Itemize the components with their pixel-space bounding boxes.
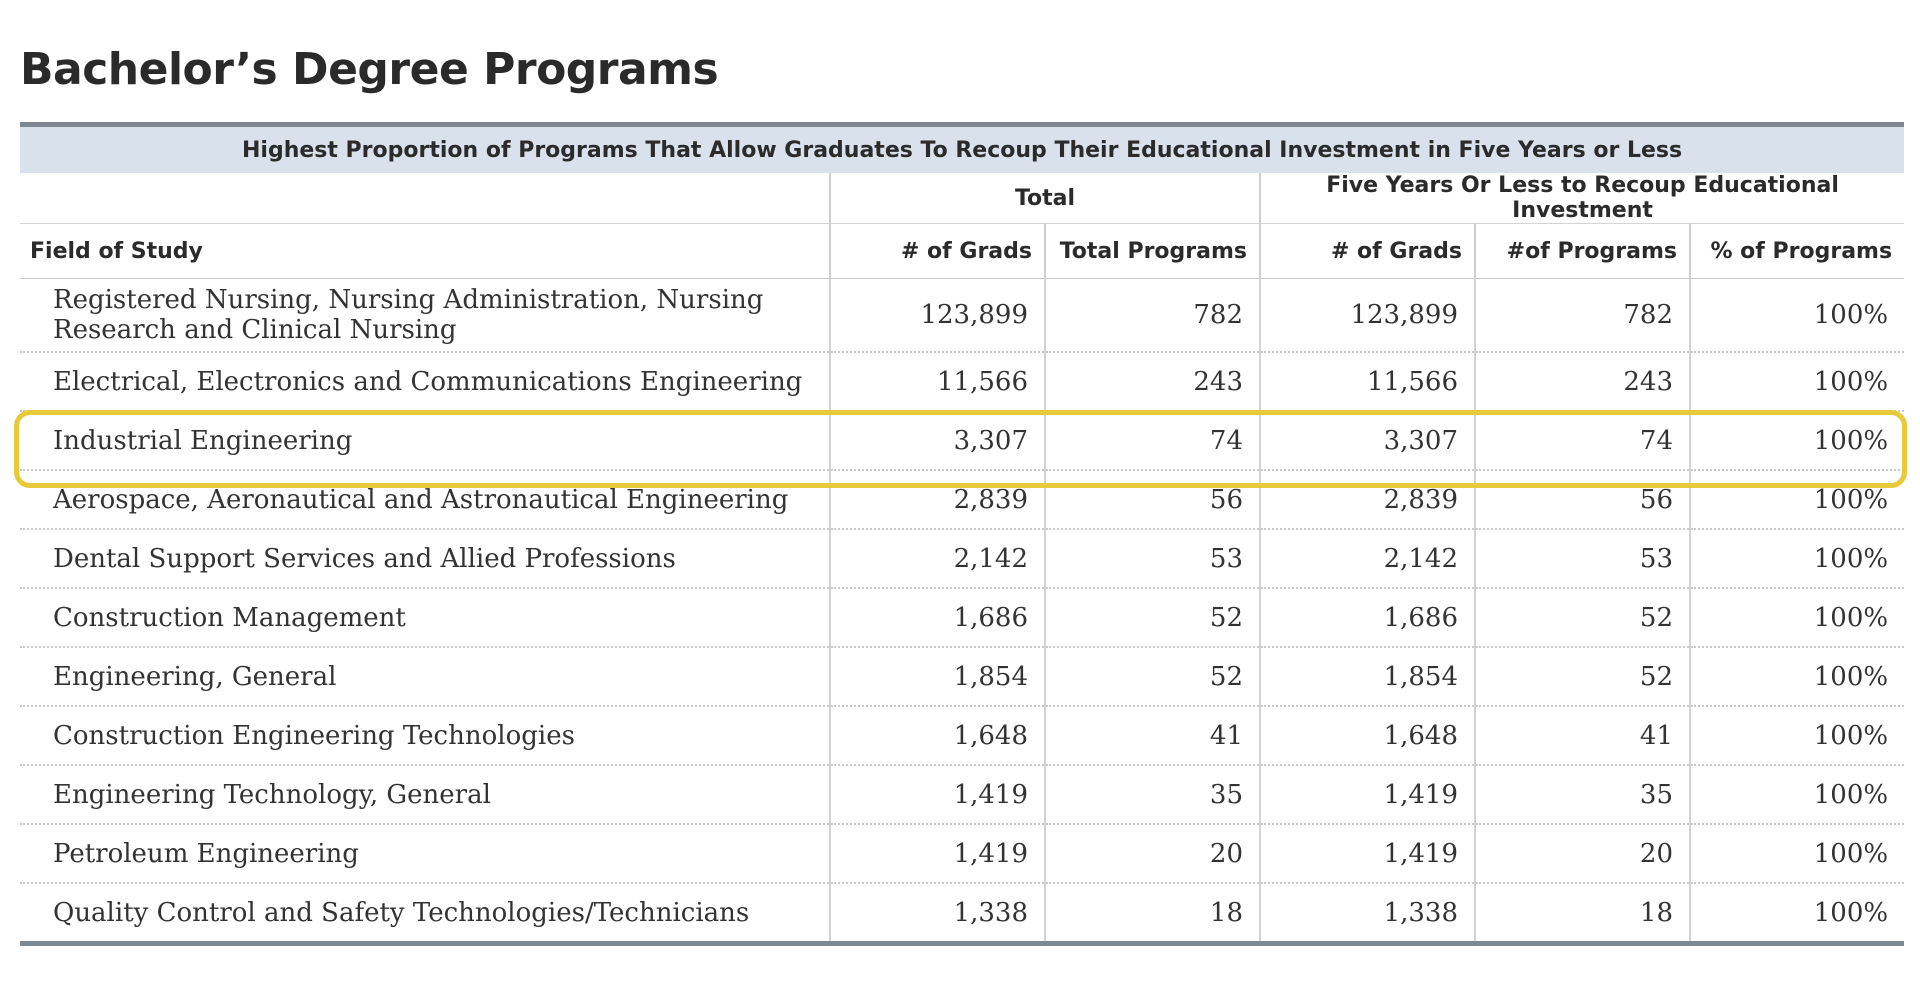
- table-row: Registered Nursing, Nursing Administrati…: [20, 278, 1905, 353]
- pct-programs-cell: 100%: [1688, 647, 1905, 707]
- pct-programs-cell: 100%: [1688, 824, 1905, 884]
- pct-programs-cell: 100%: [1688, 588, 1905, 648]
- group-header-blank: [20, 173, 830, 224]
- pct-programs-cell: 100%: [1688, 278, 1905, 353]
- total-grads-cell: 2,839: [829, 470, 1045, 530]
- five-programs-cell: 52: [1474, 647, 1690, 707]
- field-of-study-cell: Industrial Engineering: [20, 411, 830, 471]
- page: Bachelor’s Degree Programs Highest Propo…: [14, 0, 1907, 946]
- column-header-total-grads: # of Grads: [829, 223, 1045, 279]
- table-row: Aerospace, Aeronautical and Astronautica…: [20, 470, 1905, 530]
- total-grads-cell: 1,338: [829, 883, 1045, 946]
- five-programs-cell: 243: [1474, 352, 1690, 412]
- table-caption-row: Highest Proportion of Programs That Allo…: [20, 122, 1905, 173]
- table-row: Industrial Engineering 3,307 74 3,307 74…: [20, 411, 1905, 471]
- five-programs-cell: 20: [1474, 824, 1690, 884]
- five-grads-cell: 3,307: [1259, 411, 1475, 471]
- pct-programs-cell: 100%: [1688, 765, 1905, 825]
- total-grads-cell: 1,854: [829, 647, 1045, 707]
- column-header-total-programs: Total Programs: [1044, 223, 1260, 279]
- column-header-field: Field of Study: [20, 223, 830, 279]
- column-header-row: Field of Study # of Grads Total Programs…: [20, 223, 1905, 279]
- total-grads-cell: 11,566: [829, 352, 1045, 412]
- five-programs-cell: 782: [1474, 278, 1690, 353]
- page-title: Bachelor’s Degree Programs: [20, 44, 719, 95]
- total-grads-cell: 1,648: [829, 706, 1045, 766]
- five-grads-cell: 1,686: [1259, 588, 1475, 648]
- total-programs-cell: 20: [1044, 824, 1260, 884]
- group-header-row: Total Five Years Or Less to Recoup Educa…: [20, 173, 1905, 224]
- pct-programs-cell: 100%: [1688, 470, 1905, 530]
- five-grads-cell: 1,338: [1259, 883, 1475, 946]
- pct-programs-cell: 100%: [1688, 883, 1905, 946]
- column-header-pct-programs: % of Programs: [1688, 223, 1905, 279]
- total-programs-cell: 35: [1044, 765, 1260, 825]
- five-programs-cell: 18: [1474, 883, 1690, 946]
- table-row: Construction Management 1,686 52 1,686 5…: [20, 588, 1905, 648]
- field-of-study-cell: Petroleum Engineering: [20, 824, 830, 884]
- total-programs-cell: 53: [1044, 529, 1260, 589]
- table-container: Highest Proportion of Programs That Allo…: [14, 122, 1907, 946]
- pct-programs-cell: 100%: [1688, 529, 1905, 589]
- five-grads-cell: 123,899: [1259, 278, 1475, 353]
- five-programs-cell: 35: [1474, 765, 1690, 825]
- pct-programs-cell: 100%: [1688, 352, 1905, 412]
- five-grads-cell: 11,566: [1259, 352, 1475, 412]
- pct-programs-cell: 100%: [1688, 411, 1905, 471]
- total-grads-cell: 123,899: [829, 278, 1045, 353]
- programs-table: Highest Proportion of Programs That Allo…: [20, 122, 1905, 946]
- group-header-total: Total: [829, 173, 1260, 224]
- table-body: Registered Nursing, Nursing Administrati…: [20, 278, 1905, 946]
- total-programs-cell: 74: [1044, 411, 1260, 471]
- field-of-study-cell: Engineering, General: [20, 647, 830, 707]
- total-programs-cell: 52: [1044, 647, 1260, 707]
- five-programs-cell: 74: [1474, 411, 1690, 471]
- field-of-study-cell: Registered Nursing, Nursing Administrati…: [20, 278, 830, 353]
- five-grads-cell: 1,419: [1259, 765, 1475, 825]
- pct-programs-cell: 100%: [1688, 706, 1905, 766]
- total-grads-cell: 1,419: [829, 824, 1045, 884]
- total-programs-cell: 243: [1044, 352, 1260, 412]
- field-of-study-cell: Construction Management: [20, 588, 830, 648]
- table-row: Engineering, General 1,854 52 1,854 52 1…: [20, 647, 1905, 707]
- five-programs-cell: 56: [1474, 470, 1690, 530]
- table-row: Construction Engineering Technologies 1,…: [20, 706, 1905, 766]
- five-grads-cell: 1,419: [1259, 824, 1475, 884]
- five-programs-cell: 41: [1474, 706, 1690, 766]
- five-grads-cell: 1,854: [1259, 647, 1475, 707]
- total-grads-cell: 2,142: [829, 529, 1045, 589]
- group-header-five-years: Five Years Or Less to Recoup Educational…: [1258, 173, 1905, 224]
- total-grads-cell: 3,307: [829, 411, 1045, 471]
- field-of-study-cell: Quality Control and Safety Technologies/…: [20, 883, 830, 946]
- five-grads-cell: 2,839: [1259, 470, 1475, 530]
- five-programs-cell: 53: [1474, 529, 1690, 589]
- field-of-study-cell: Construction Engineering Technologies: [20, 706, 830, 766]
- table-row: Quality Control and Safety Technologies/…: [20, 883, 1905, 946]
- five-grads-cell: 1,648: [1259, 706, 1475, 766]
- total-programs-cell: 41: [1044, 706, 1260, 766]
- total-programs-cell: 18: [1044, 883, 1260, 946]
- field-of-study-cell: Dental Support Services and Allied Profe…: [20, 529, 830, 589]
- table-row: Petroleum Engineering 1,419 20 1,419 20 …: [20, 824, 1905, 884]
- five-programs-cell: 52: [1474, 588, 1690, 648]
- field-of-study-cell: Electrical, Electronics and Communicatio…: [20, 352, 830, 412]
- field-of-study-cell: Aerospace, Aeronautical and Astronautica…: [20, 470, 830, 530]
- table-row: Engineering Technology, General 1,419 35…: [20, 765, 1905, 825]
- table-caption: Highest Proportion of Programs That Allo…: [20, 122, 1905, 173]
- field-of-study-cell: Engineering Technology, General: [20, 765, 830, 825]
- table-row: Dental Support Services and Allied Profe…: [20, 529, 1905, 589]
- table-row: Electrical, Electronics and Communicatio…: [20, 352, 1905, 412]
- total-programs-cell: 56: [1044, 470, 1260, 530]
- total-programs-cell: 52: [1044, 588, 1260, 648]
- five-grads-cell: 2,142: [1259, 529, 1475, 589]
- total-grads-cell: 1,686: [829, 588, 1045, 648]
- total-grads-cell: 1,419: [829, 765, 1045, 825]
- total-programs-cell: 782: [1044, 278, 1260, 353]
- column-header-five-programs: #of Programs: [1474, 223, 1690, 279]
- column-header-five-grads: # of Grads: [1259, 223, 1475, 279]
